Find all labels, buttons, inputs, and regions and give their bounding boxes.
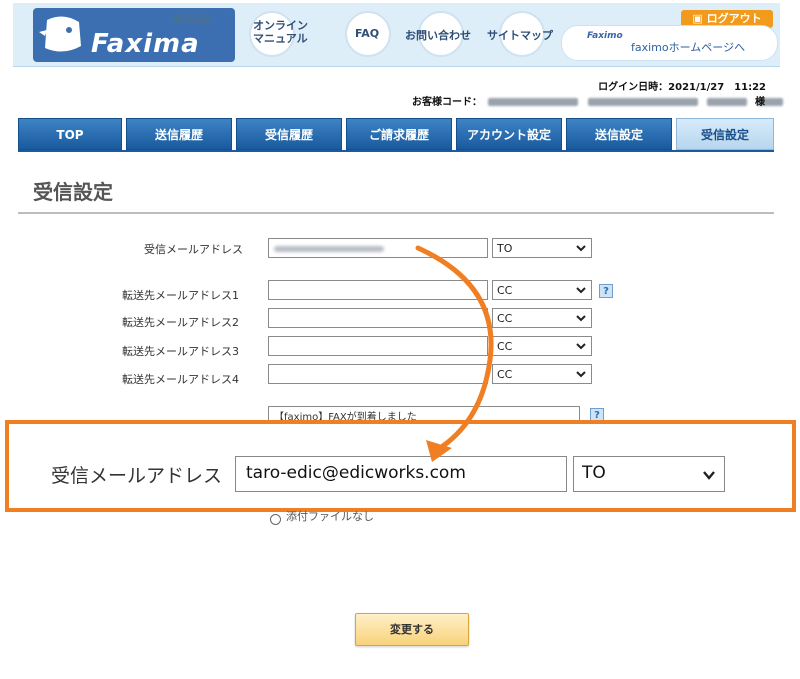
- logo-text: Faxima: [91, 29, 200, 59]
- admin-label: 管理画面: [173, 15, 213, 26]
- home-link[interactable]: faximoホームページへ: [631, 39, 745, 55]
- zoom-callout: 受信メールアドレス taro-edic@edicworks.com TO: [5, 420, 796, 512]
- change-button[interactable]: 変更する: [355, 613, 469, 646]
- redacted-code: [488, 98, 579, 106]
- forward-address-2-label: 転送先メールアドレス2: [122, 316, 239, 329]
- forward-4-type-select[interactable]: CC: [492, 364, 592, 384]
- customer-code: お客様コード：: [412, 93, 786, 108]
- chevron-down-icon: [576, 245, 586, 252]
- forward-address-1-label: 転送先メールアドレス1: [122, 289, 239, 302]
- mini-logo: Faximo: [587, 31, 623, 41]
- chevron-down-icon: [576, 343, 586, 350]
- chevron-down-icon: [703, 471, 715, 480]
- receive-address-input[interactable]: [268, 238, 488, 258]
- tab-receive-settings[interactable]: 受信設定: [676, 118, 774, 150]
- tab-receive-history[interactable]: 受信履歴: [236, 118, 342, 150]
- tab-account-settings[interactable]: アカウント設定: [456, 118, 562, 150]
- forward-2-type-select[interactable]: CC: [492, 308, 592, 328]
- tab-billing-history[interactable]: ご請求履歴: [346, 118, 452, 150]
- no-attachment-radio[interactable]: [270, 514, 281, 525]
- forward-address-1-input[interactable]: [268, 280, 488, 300]
- forward-address-2-input[interactable]: [268, 308, 488, 328]
- callout-receive-type-select[interactable]: TO: [573, 456, 725, 492]
- logout-icon: ▣: [692, 12, 707, 25]
- chevron-down-icon: [576, 287, 586, 294]
- title-divider: [18, 212, 774, 214]
- callout-receive-address-label: 受信メールアドレス: [51, 465, 223, 487]
- nav-faq[interactable]: FAQ: [355, 27, 379, 40]
- tab-underline: [18, 150, 774, 152]
- login-time: ログイン日時：2021/1/27 11:22: [598, 82, 766, 93]
- receive-type-select[interactable]: TO: [492, 238, 592, 258]
- forward-address-3-label: 転送先メールアドレス3: [122, 345, 239, 358]
- page-title: 受信設定: [33, 180, 113, 204]
- tab-send-settings[interactable]: 送信設定: [566, 118, 672, 150]
- nav-contact[interactable]: お問い合わせ: [405, 27, 471, 43]
- no-attachment-label: 添付ファイルなし: [286, 510, 374, 523]
- help-icon[interactable]: ?: [599, 284, 613, 298]
- tab-top[interactable]: TOP: [18, 118, 122, 150]
- callout-receive-address-input[interactable]: taro-edic@edicworks.com: [235, 456, 567, 492]
- redacted-email: [274, 246, 384, 252]
- redacted-company: [587, 98, 698, 106]
- forward-address-4-input[interactable]: [268, 364, 488, 384]
- tab-send-history[interactable]: 送信履歴: [126, 118, 232, 150]
- forward-address-3-input[interactable]: [268, 336, 488, 356]
- redacted-name-1: [707, 98, 748, 106]
- nav-manual[interactable]: オンライン マニュアル: [253, 19, 308, 45]
- app-header: 管理画面 Faxima オンライン マニュアル FAQ お問い合わせ サイトマッ…: [13, 3, 780, 67]
- receive-address-label: 受信メールアドレス: [144, 243, 243, 256]
- nav-sitemap[interactable]: サイトマップ: [487, 27, 553, 43]
- forward-address-4-label: 転送先メールアドレス4: [122, 373, 239, 386]
- chevron-down-icon: [576, 315, 586, 322]
- forward-3-type-select[interactable]: CC: [492, 336, 592, 356]
- forward-1-type-select[interactable]: CC: [492, 280, 592, 300]
- customer-suffix: 様: [755, 97, 765, 108]
- chevron-down-icon: [576, 371, 586, 378]
